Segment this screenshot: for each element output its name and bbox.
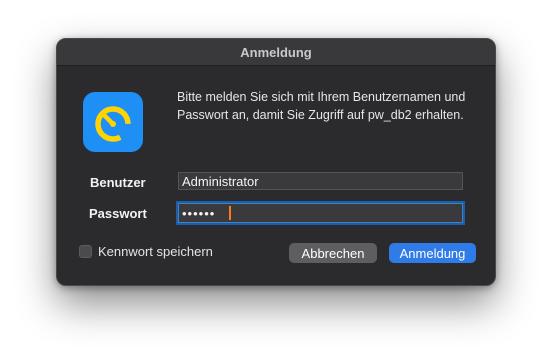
remember-label: Kennwort speichern	[98, 244, 213, 259]
user-label: Benutzer	[90, 175, 146, 190]
login-dialog: Anmeldung Bitte melden Sie sich mit Ihre…	[56, 38, 496, 286]
text-caret	[229, 206, 231, 220]
cancel-button[interactable]: Abbrechen	[289, 243, 377, 263]
password-label: Passwort	[89, 206, 147, 221]
remember-password-option[interactable]: Kennwort speichern	[79, 244, 213, 259]
titlebar: Anmeldung	[57, 39, 495, 66]
password-field[interactable]	[178, 203, 463, 223]
login-button[interactable]: Anmeldung	[389, 243, 476, 263]
timer-gauge-icon	[83, 92, 143, 152]
user-field[interactable]	[178, 172, 463, 190]
dialog-title: Anmeldung	[240, 44, 312, 60]
remember-checkbox[interactable]	[79, 245, 92, 258]
login-message: Bitte melden Sie sich mit Ihrem Benutzer…	[177, 90, 466, 122]
